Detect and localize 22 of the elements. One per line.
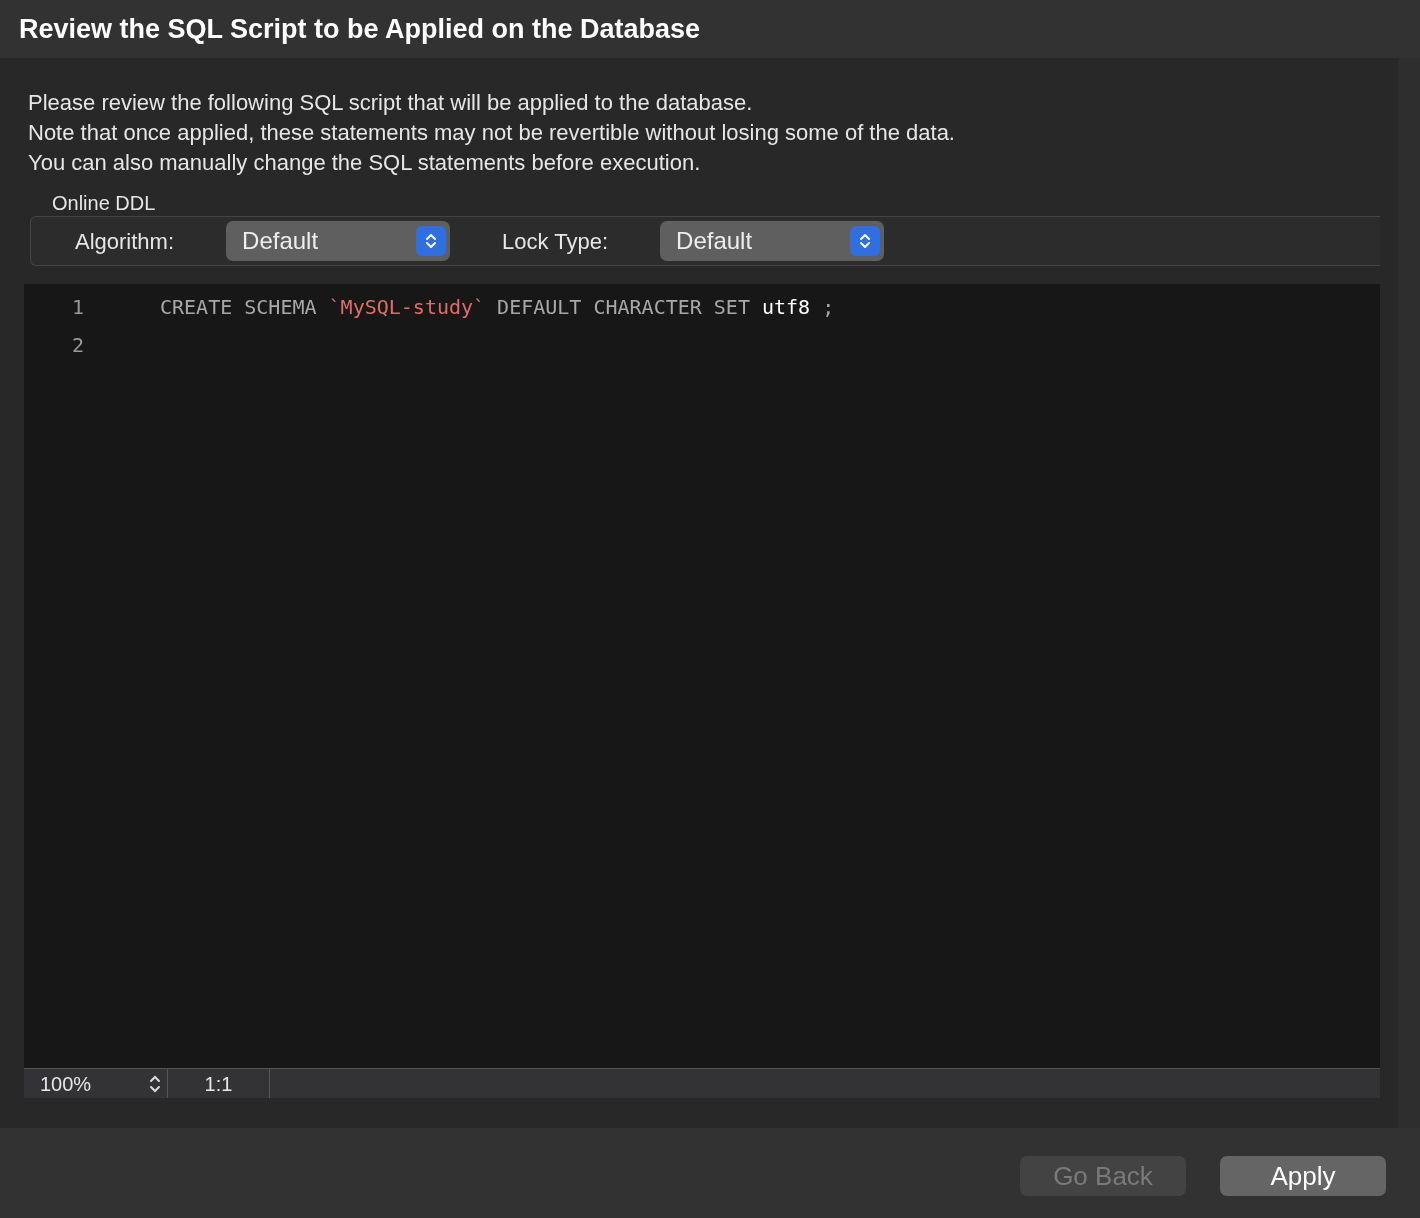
window-title: Review the SQL Script to be Applied on the Database	[19, 12, 701, 46]
field-label: Lock Type:	[502, 227, 609, 256]
code-token: `MySQL-study`	[328, 294, 486, 321]
line-number: 1	[70, 294, 84, 321]
zoom-level: 100%	[40, 1071, 92, 1097]
description-text: You can also manually change the SQL statements before execution.	[28, 149, 702, 177]
dropdown[interactable]: Default	[226, 221, 451, 261]
description-text: Please review the following SQL script that will be applied to the database.	[28, 89, 754, 117]
stepper-icon	[850, 226, 881, 256]
group-title: Online DDL	[52, 191, 156, 216]
field-label: Algorithm:	[75, 227, 175, 256]
cursor-position: 1:1	[204, 1071, 233, 1097]
line-number: 2	[70, 332, 84, 359]
code-token: utf8	[761, 294, 811, 321]
dropdown[interactable]: Default	[660, 221, 885, 261]
description-text: Note that once applied, these statements may not be revertible without losing some of the data.	[28, 119, 956, 147]
code-token: CREATE SCHEMA	[160, 294, 317, 321]
code-token: DEFAULT CHARACTER SET	[497, 294, 750, 321]
stepper-icon	[416, 226, 447, 256]
code-token: ;	[822, 294, 835, 321]
sql-editor[interactable]: 1 CREATE SCHEMA `MySQL-study` DEFAULT CHARACTER SET utf8 ; 2	[24, 284, 1380, 1068]
dialog-button[interactable]: Apply	[1220, 1156, 1386, 1196]
